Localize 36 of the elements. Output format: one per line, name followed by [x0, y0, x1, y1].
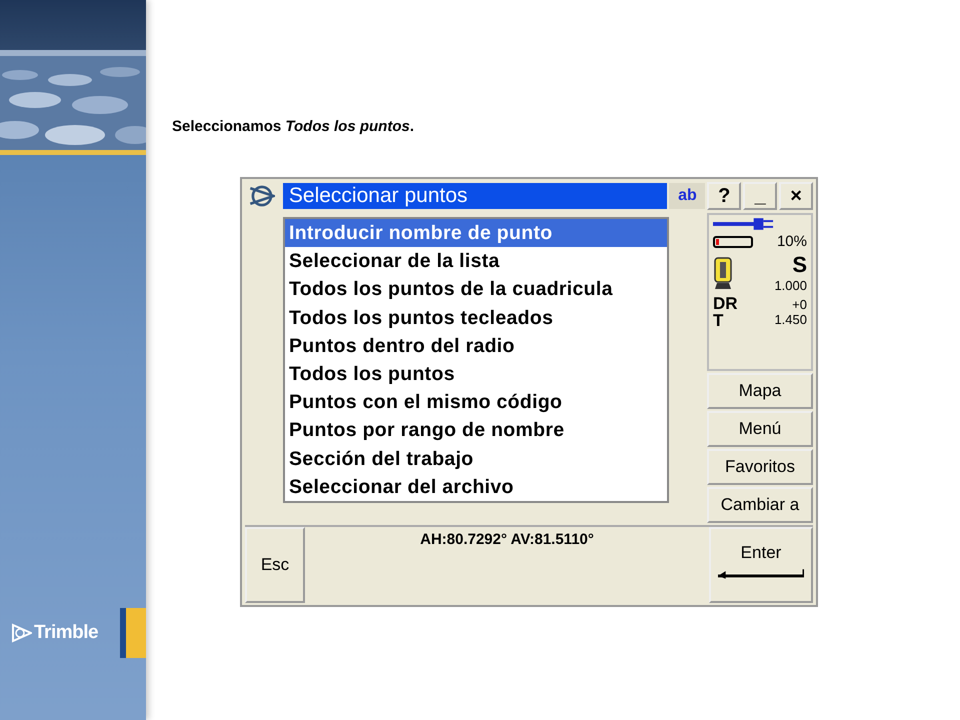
logo-bar [120, 608, 146, 658]
enter-button[interactable]: Enter [709, 527, 813, 603]
list-item[interactable]: Sección del trabajo [285, 444, 667, 473]
instrument-icon [713, 254, 733, 290]
battery-reading: 10% [776, 233, 807, 250]
list-item[interactable]: Seleccionar de la lista [285, 247, 667, 276]
target-label: T [713, 312, 724, 329]
caption-text: Seleccionamos Todos los puntos. [172, 118, 415, 135]
logo-icon [12, 623, 32, 643]
logo-text: Trimble [34, 622, 98, 644]
side-button[interactable]: Favoritos [707, 449, 813, 485]
list-item[interactable]: Todos los puntos tecleados [285, 304, 667, 332]
side-button[interactable]: Cambiar a [707, 487, 813, 523]
title-bar-button[interactable]: ? [707, 182, 742, 210]
list-item[interactable]: Todos los puntos de la cuadricula [285, 275, 667, 304]
angles-readout: AH:80.7292° AV:81.5110° [419, 530, 595, 550]
title-bar-button[interactable]: × [779, 182, 814, 210]
list-item[interactable]: Todos los puntos [285, 360, 667, 388]
title-bar-button[interactable]: _ [743, 182, 778, 210]
target-height: 1.450 [774, 312, 807, 327]
list-item[interactable]: Puntos con el mismo código [285, 388, 667, 416]
input-mode-button[interactable]: ab [669, 183, 706, 209]
list-item[interactable]: Seleccionar del archivo [285, 472, 667, 501]
target-label: DR [713, 295, 738, 312]
side-button[interactable]: Menú [707, 411, 813, 447]
side-button[interactable]: Mapa [707, 373, 813, 409]
window-title: Seleccionar puntos [282, 183, 668, 209]
instrument-value: 1.000 [774, 278, 807, 293]
list-item[interactable]: Puntos dentro del radio [285, 332, 667, 360]
return-arrow-icon [718, 569, 804, 579]
instrument-mode: S [792, 252, 807, 278]
power-plug-icon [713, 217, 775, 231]
list-item[interactable]: Puntos por rango de nombre [285, 416, 667, 444]
list-item[interactable]: Introducir nombre de punto [285, 219, 667, 248]
target-offset: +0 [792, 297, 807, 312]
esc-button[interactable]: Esc [245, 527, 305, 603]
